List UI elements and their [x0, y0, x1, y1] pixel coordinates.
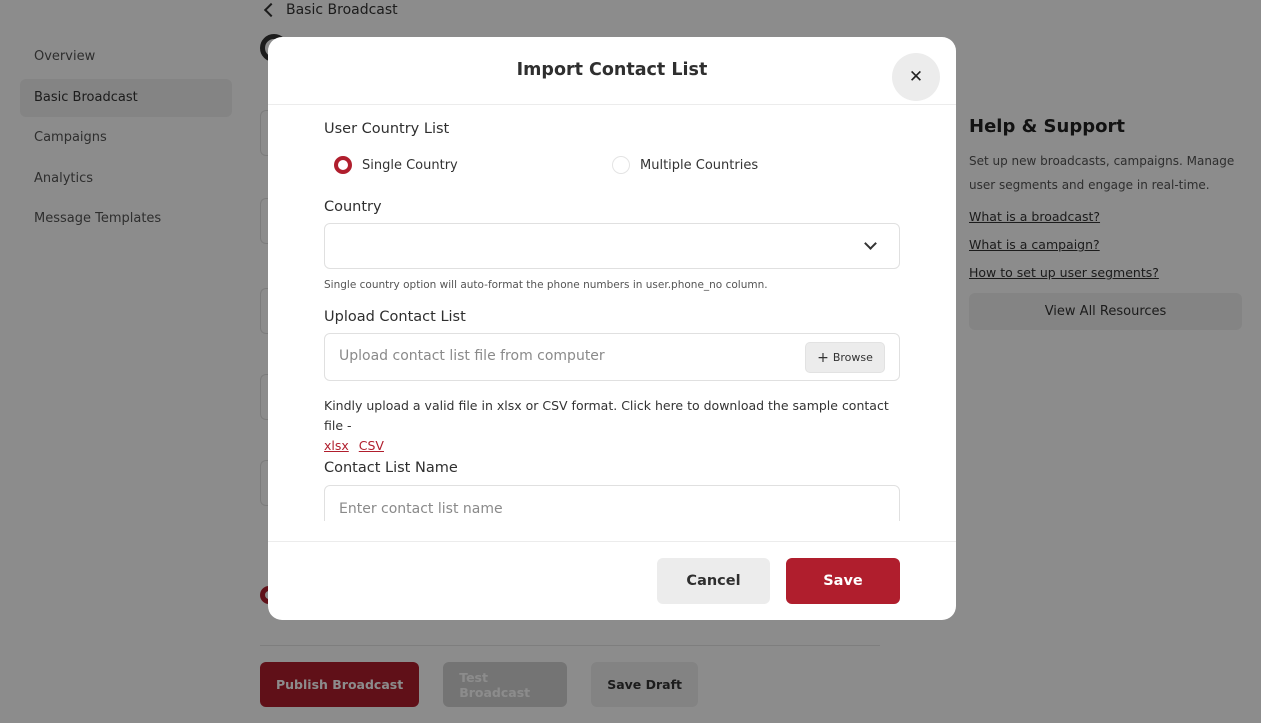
modal-body[interactable]: User Country List Single Country Multipl…: [324, 106, 900, 521]
modal-title: Import Contact List: [516, 59, 708, 80]
upload-file-field[interactable]: Upload contact list file from computer +…: [324, 333, 900, 381]
upload-placeholder: Upload contact list file from computer: [339, 348, 605, 364]
close-icon: ✕: [908, 66, 924, 87]
country-hint: Single country option will auto-format t…: [324, 279, 768, 291]
modal-footer: Cancel Save: [268, 541, 956, 620]
close-button[interactable]: ✕: [892, 53, 940, 101]
cancel-button[interactable]: Cancel: [657, 558, 770, 604]
browse-button[interactable]: + Browse: [805, 342, 885, 373]
upload-hint-text: Kindly upload a valid file in xlsx or CS…: [324, 398, 889, 433]
radio-unselected-icon: [612, 156, 630, 174]
sample-csv-link[interactable]: CSV: [359, 438, 384, 453]
save-button[interactable]: Save: [786, 558, 900, 604]
country-label: Country: [324, 199, 382, 215]
country-select[interactable]: [324, 223, 900, 269]
radio-multiple-countries-label: Multiple Countries: [640, 157, 759, 173]
plus-icon: +: [817, 349, 829, 366]
radio-selected-icon: [334, 156, 352, 174]
upload-hint: Kindly upload a valid file in xlsx or CS…: [324, 396, 900, 456]
modal-header: Import Contact List ✕: [268, 37, 956, 105]
upload-contact-list-label: Upload Contact List: [324, 309, 466, 325]
sample-xlsx-link[interactable]: xlsx: [324, 438, 349, 453]
browse-label: Browse: [832, 351, 873, 364]
import-contact-list-modal: Import Contact List ✕ User Country List …: [268, 37, 956, 620]
country-mode-radio-group: Single Country Multiple Countries: [334, 156, 894, 176]
contact-list-name-input[interactable]: [324, 485, 900, 521]
radio-single-country-label: Single Country: [362, 157, 458, 173]
radio-multiple-countries[interactable]: Multiple Countries: [612, 156, 758, 174]
user-country-list-label: User Country List: [324, 121, 450, 137]
radio-single-country[interactable]: Single Country: [334, 156, 458, 174]
chevron-down-icon: [864, 237, 877, 250]
contact-list-name-label: Contact List Name: [324, 460, 458, 476]
